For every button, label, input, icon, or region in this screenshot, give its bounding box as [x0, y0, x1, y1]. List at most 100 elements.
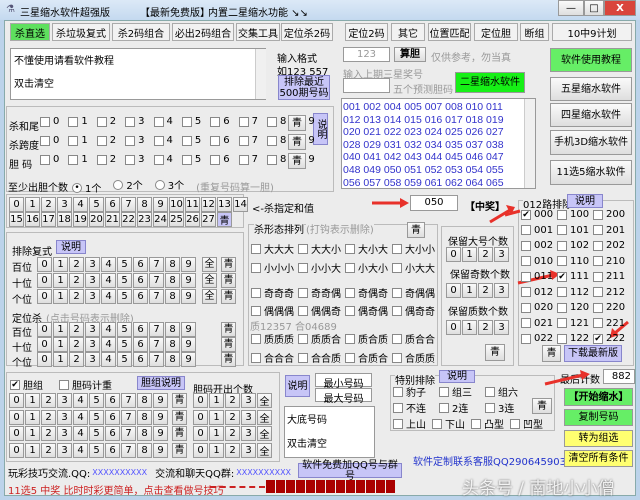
shape-checkbox[interactable]: 质质合 [298, 331, 344, 346]
tab-5[interactable]: 交集工具 [236, 23, 280, 41]
digit-button[interactable]: 6 [105, 442, 120, 458]
route012-checkbox[interactable]: 100 [557, 209, 593, 220]
sum-value-button[interactable]: 19 [73, 212, 88, 227]
exclude-clear-button[interactable]: 青 [221, 289, 236, 304]
maximize-button[interactable]: □ [584, 0, 604, 16]
tab-7[interactable]: 定位2码 [345, 23, 388, 41]
sum-value-button[interactable]: 10 [169, 197, 184, 212]
dan-count-all-button[interactable]: 全 [257, 409, 272, 425]
sum-value-button[interactable]: 4 [73, 197, 88, 212]
digit-button[interactable]: 5 [117, 352, 132, 367]
digit-button[interactable]: 0 [37, 273, 52, 288]
digit-button[interactable]: 4 [101, 322, 116, 337]
digit-button[interactable]: 6 [105, 393, 120, 408]
keep-count-button[interactable]: 0 [446, 283, 461, 298]
digit-button[interactable]: 8 [165, 289, 180, 304]
shape-checkbox[interactable]: 合合合 [251, 350, 297, 365]
route012-checkbox[interactable]: 101 [557, 225, 593, 236]
digit-button[interactable]: 2 [69, 337, 84, 352]
exclude-multi-explain-button[interactable]: 说明 [56, 240, 86, 254]
digit-button[interactable]: 7 [121, 442, 136, 458]
exclude-clear-button[interactable]: 青 [221, 257, 236, 272]
digit-button[interactable]: 8 [137, 393, 152, 408]
digit-button[interactable]: 2 [69, 257, 84, 272]
digit-button[interactable]: 1 [25, 426, 40, 441]
download-latest-button[interactable]: 下载最新版 [564, 345, 622, 362]
dan-count-button[interactable]: 1 [209, 409, 224, 425]
route012-checkbox[interactable]: 220 [593, 302, 629, 313]
digit-button[interactable]: 7 [121, 426, 136, 441]
position-kill-clear-button[interactable]: 青 [221, 322, 236, 337]
dan-count-all-button[interactable]: 全 [257, 393, 272, 408]
keep-count-button[interactable]: 0 [446, 320, 461, 335]
sum-value-button[interactable]: 23 [137, 212, 152, 227]
digit-button[interactable]: 4 [101, 257, 116, 272]
route012-checkbox[interactable]: 011 [521, 271, 557, 282]
route012-checkbox[interactable]: 201 [593, 225, 629, 236]
digit-checkbox[interactable]: 3 [125, 154, 145, 165]
digit-checkbox[interactable]: 7 [238, 116, 258, 127]
dan-count-button[interactable]: 1 [209, 393, 224, 408]
shape-checkbox[interactable]: 奇偶奇 [345, 285, 391, 300]
tab-8[interactable]: 其它 [391, 23, 425, 41]
digit-button[interactable]: 5 [117, 337, 132, 352]
digit-button[interactable]: 3 [85, 337, 100, 352]
route012-checkbox[interactable]: 200 [593, 209, 629, 220]
sum-value-button[interactable]: 14 [233, 197, 248, 212]
digit-button[interactable]: 1 [53, 273, 68, 288]
dan-count-button[interactable]: 2 [225, 393, 240, 408]
digit-button[interactable]: 2 [41, 393, 56, 408]
dan-code-input[interactable]: 123 [343, 47, 390, 62]
shape-checkbox[interactable]: 质质质 [251, 331, 297, 346]
dan-count-button[interactable]: 0 [193, 409, 208, 425]
digit-checkbox[interactable]: 3 [125, 116, 145, 127]
digit-button[interactable]: 5 [89, 426, 104, 441]
sum-value-button[interactable]: 1 [25, 197, 40, 212]
sum-value-button[interactable]: 5 [89, 197, 104, 212]
dan-count-button[interactable]: 0 [193, 393, 208, 408]
route012-checkbox[interactable]: 102 [557, 240, 593, 251]
digit-button[interactable]: 9 [181, 289, 196, 304]
digit-button[interactable]: 2 [41, 409, 56, 425]
special-checkbox[interactable]: 不连 [393, 400, 439, 415]
route012-checkbox[interactable]: 001 [521, 225, 557, 236]
to-group-button[interactable]: 转为组选 [564, 430, 633, 447]
route012-checkbox[interactable]: 021 [521, 318, 557, 329]
digit-checkbox[interactable]: 3 [125, 135, 145, 146]
route012-explain-button[interactable]: 说明 [567, 194, 603, 208]
condition-textarea[interactable]: 不懂使用请看软件教程 双击清空 [10, 48, 266, 100]
dan-clear-button[interactable]: 青 [172, 393, 187, 408]
digit-button[interactable]: 3 [57, 442, 72, 458]
special-explain-button[interactable]: 说明 [439, 370, 475, 383]
digit-checkbox[interactable]: 8 [267, 135, 286, 146]
promo-link[interactable]: 11选5 中奖 比时时彩更简单，点击查看做号技巧 [8, 482, 223, 497]
keep-count-button[interactable]: 1 [462, 283, 477, 298]
digit-button[interactable]: 6 [133, 257, 148, 272]
digit-button[interactable]: 0 [37, 352, 52, 367]
digit-button[interactable]: 2 [69, 289, 84, 304]
digit-button[interactable]: 2 [41, 426, 56, 441]
digit-button[interactable]: 5 [117, 322, 132, 337]
digit-button[interactable]: 4 [73, 426, 88, 441]
digit-button[interactable]: 4 [73, 442, 88, 458]
position-kill-clear-button[interactable]: 青 [221, 352, 236, 367]
sum-value-button[interactable]: 12 [201, 197, 216, 212]
sum-value-button[interactable]: 17 [41, 212, 56, 227]
digit-checkbox[interactable]: 0 [40, 116, 59, 127]
digit-checkbox[interactable]: 0 [40, 135, 59, 146]
special-checkbox[interactable]: 组六 [485, 384, 531, 399]
digit-button[interactable]: 9 [181, 273, 196, 288]
keep-count-button[interactable]: 2 [478, 247, 493, 262]
digit-button[interactable]: 3 [85, 322, 100, 337]
sum-value-button[interactable]: 27 [201, 212, 216, 227]
sum-value-button[interactable]: 24 [153, 212, 168, 227]
digit-button[interactable]: 4 [101, 273, 116, 288]
digit-button[interactable]: 7 [121, 409, 136, 425]
digit-button[interactable]: 1 [53, 257, 68, 272]
route012-checkbox[interactable]: 022 [521, 333, 557, 344]
digit-button[interactable]: 2 [41, 442, 56, 458]
keep-count-button[interactable]: 0 [446, 247, 461, 262]
digit-checkbox[interactable]: 5 [181, 135, 201, 146]
sum-value-button[interactable]: 6 [105, 197, 120, 212]
dan-count-button[interactable]: 1 [209, 426, 224, 441]
